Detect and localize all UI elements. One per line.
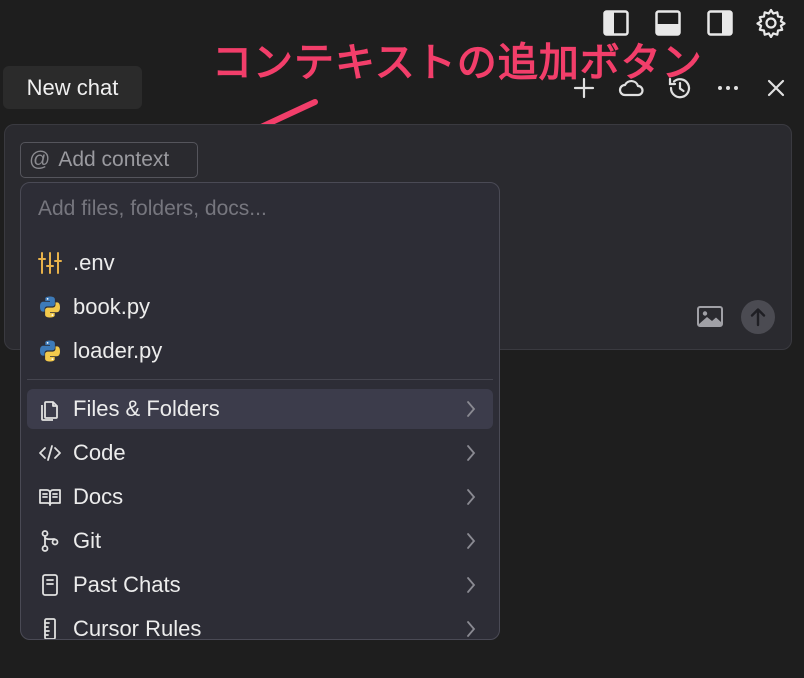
category-label: Git	[73, 528, 102, 553]
context-search-input[interactable]: Add files, folders, docs...	[38, 197, 267, 221]
category-docs[interactable]: Docs	[27, 477, 493, 517]
category-git[interactable]: Git	[27, 521, 493, 561]
category-label: Cursor Rules	[73, 616, 202, 640]
arrow-up-icon	[750, 308, 766, 327]
code-icon	[37, 440, 63, 466]
dropdown-divider	[27, 379, 493, 380]
category-label: Files & Folders	[73, 396, 220, 421]
close-icon[interactable]	[762, 74, 790, 102]
toggle-left-panel-icon[interactable]	[603, 10, 629, 36]
toggle-bottom-panel-icon[interactable]	[655, 10, 681, 36]
send-button[interactable]	[741, 300, 775, 334]
at-sign-icon: @	[29, 148, 51, 171]
add-context-label: Add context	[58, 148, 170, 171]
image-icon[interactable]	[696, 304, 724, 330]
cloud-icon[interactable]	[617, 74, 645, 102]
toggle-right-panel-icon[interactable]	[707, 10, 733, 36]
git-branch-icon	[37, 528, 63, 554]
chevron-right-icon	[467, 401, 476, 417]
more-icon[interactable]	[714, 74, 742, 102]
files-icon	[37, 396, 63, 422]
file-item-book-py[interactable]: book.py	[27, 287, 493, 327]
gear-icon[interactable]	[756, 8, 786, 38]
ruler-icon	[37, 616, 63, 639]
category-files-folders[interactable]: Files & Folders	[27, 389, 493, 429]
file-item-env[interactable]: .env	[27, 243, 493, 283]
context-dropdown: Add files, folders, docs... .env book.py…	[20, 182, 500, 640]
category-label: Past Chats	[73, 572, 181, 597]
history-icon[interactable]	[666, 74, 694, 102]
category-cursor-rules[interactable]: Cursor Rules	[27, 609, 493, 640]
category-code[interactable]: Code	[27, 433, 493, 473]
plus-icon[interactable]	[570, 74, 598, 102]
add-context-button[interactable]: @ Add context	[20, 142, 198, 178]
python-icon	[37, 294, 63, 320]
chevron-right-icon	[467, 445, 476, 461]
file-item-label: loader.py	[73, 338, 163, 363]
chevron-right-icon	[467, 577, 476, 593]
file-item-label: book.py	[73, 294, 151, 319]
notebook-icon	[37, 572, 63, 598]
chevron-right-icon	[467, 533, 476, 549]
sliders-icon	[37, 250, 63, 276]
python-icon	[37, 338, 63, 364]
book-icon	[37, 484, 63, 510]
file-item-loader-py[interactable]: loader.py	[27, 331, 493, 371]
chevron-right-icon	[467, 489, 476, 505]
chevron-right-icon	[467, 621, 476, 637]
category-past-chats[interactable]: Past Chats	[27, 565, 493, 605]
category-label: Code	[73, 440, 126, 465]
file-item-label: .env	[73, 250, 115, 275]
tab-new-chat[interactable]: New chat	[3, 66, 142, 109]
category-label: Docs	[73, 484, 124, 509]
